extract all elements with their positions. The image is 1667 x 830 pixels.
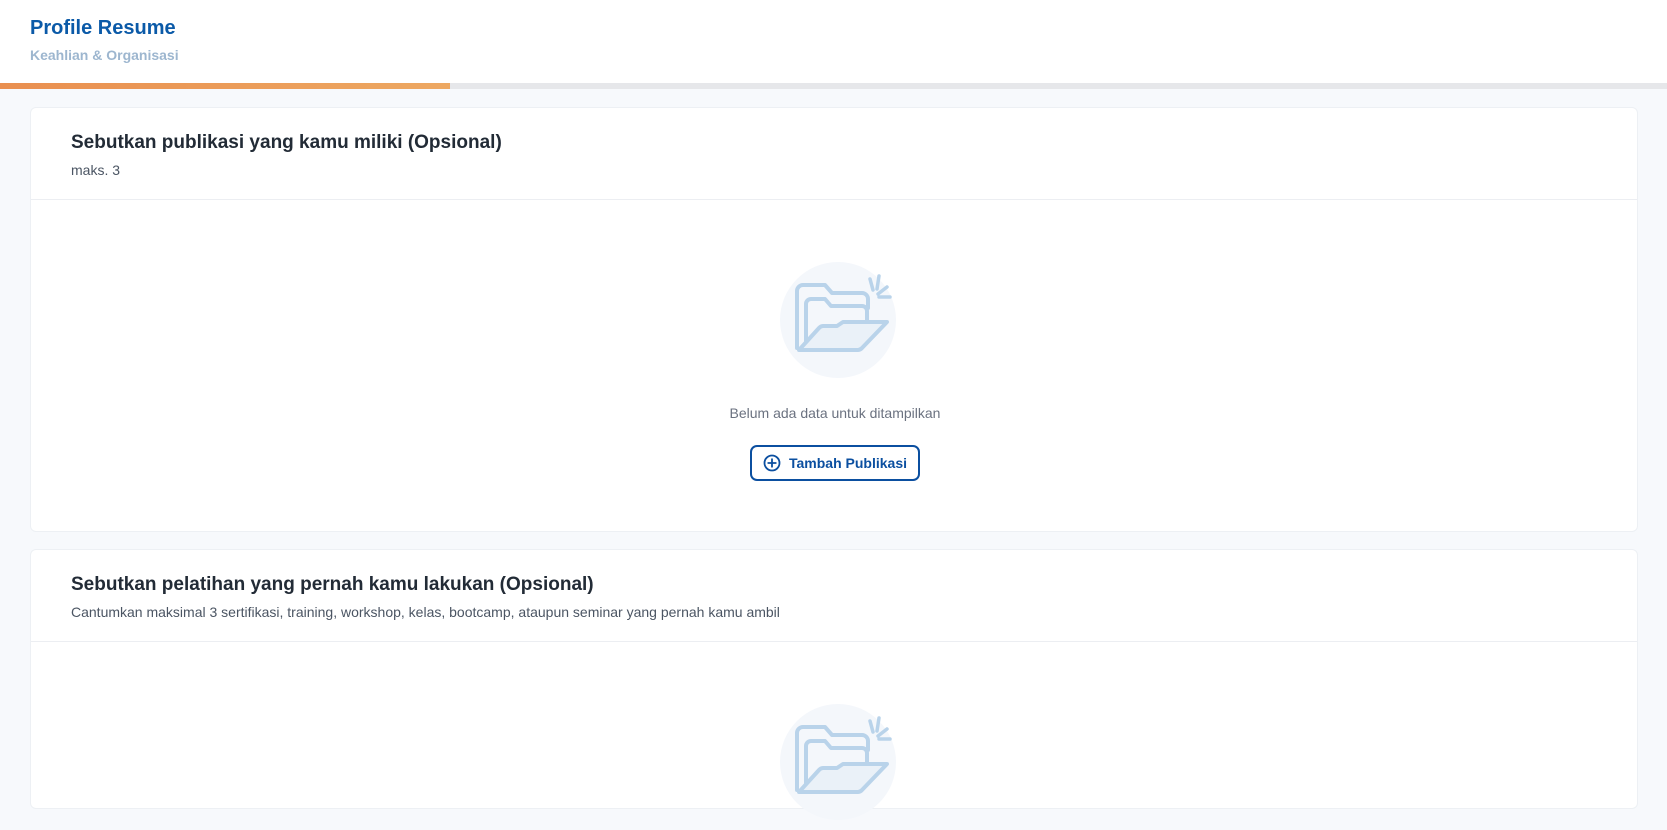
section-title: Sebutkan publikasi yang kamu miliki (Ops… xyxy=(71,132,502,153)
section-header: Sebutkan publikasi yang kamu miliki (Ops… xyxy=(31,108,1637,200)
plus-circle-icon xyxy=(763,454,781,472)
add-publication-label: Tambah Publikasi xyxy=(789,455,907,471)
empty-state-text: Belum ada data untuk ditampilkan xyxy=(729,405,941,421)
section-title: Sebutkan pelatihan yang pernah kamu laku… xyxy=(71,574,594,595)
section-description: Cantumkan maksimal 3 sertifikasi, traini… xyxy=(71,604,780,620)
add-publication-button[interactable]: Tambah Publikasi xyxy=(750,445,920,481)
publication-section: Sebutkan publikasi yang kamu miliki (Ops… xyxy=(30,107,1638,532)
progress-bar xyxy=(0,83,1667,89)
page-header: Profile Resume Keahlian & Organisasi xyxy=(0,0,1667,84)
page-subtitle: Keahlian & Organisasi xyxy=(30,47,179,63)
open-folder-icon xyxy=(775,257,901,383)
open-folder-icon xyxy=(775,699,901,825)
page-title: Profile Resume xyxy=(30,17,176,39)
progress-bar-fill xyxy=(0,83,451,89)
section-header: Sebutkan pelatihan yang pernah kamu laku… xyxy=(31,550,1637,642)
section-description: maks. 3 xyxy=(71,162,121,178)
training-section: Sebutkan pelatihan yang pernah kamu laku… xyxy=(30,549,1638,820)
